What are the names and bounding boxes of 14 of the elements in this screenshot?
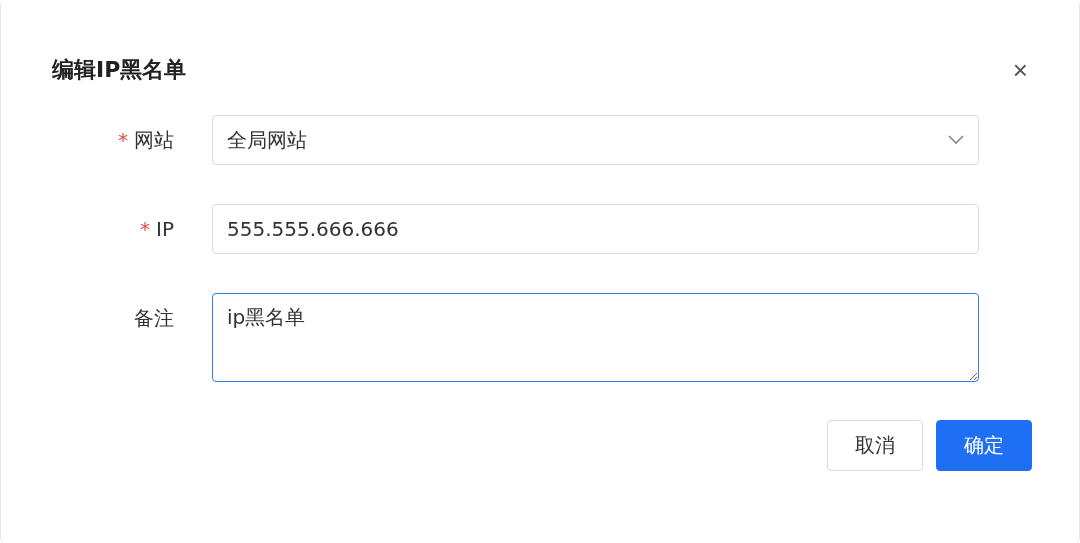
dialog-title: 编辑IP黑名单 — [52, 56, 187, 84]
field-label: 备注 — [134, 305, 174, 332]
chevron-down-icon — [948, 135, 964, 145]
select-value: 全局网站 — [227, 126, 308, 154]
field-label: 网站 — [134, 127, 174, 154]
required-mark: * — [118, 127, 128, 154]
remark-textarea[interactable]: ip黑名单 — [212, 293, 979, 382]
ip-input[interactable]: 555.555.666.666 — [212, 204, 979, 254]
close-button[interactable]: × — [1008, 57, 1032, 83]
confirm-button[interactable]: 确定 — [936, 420, 1032, 471]
field-label: IP — [156, 216, 174, 243]
required-mark: * — [140, 216, 151, 243]
cancel-button[interactable]: 取消 — [827, 420, 923, 471]
site-select[interactable]: 全局网站 — [212, 115, 979, 165]
